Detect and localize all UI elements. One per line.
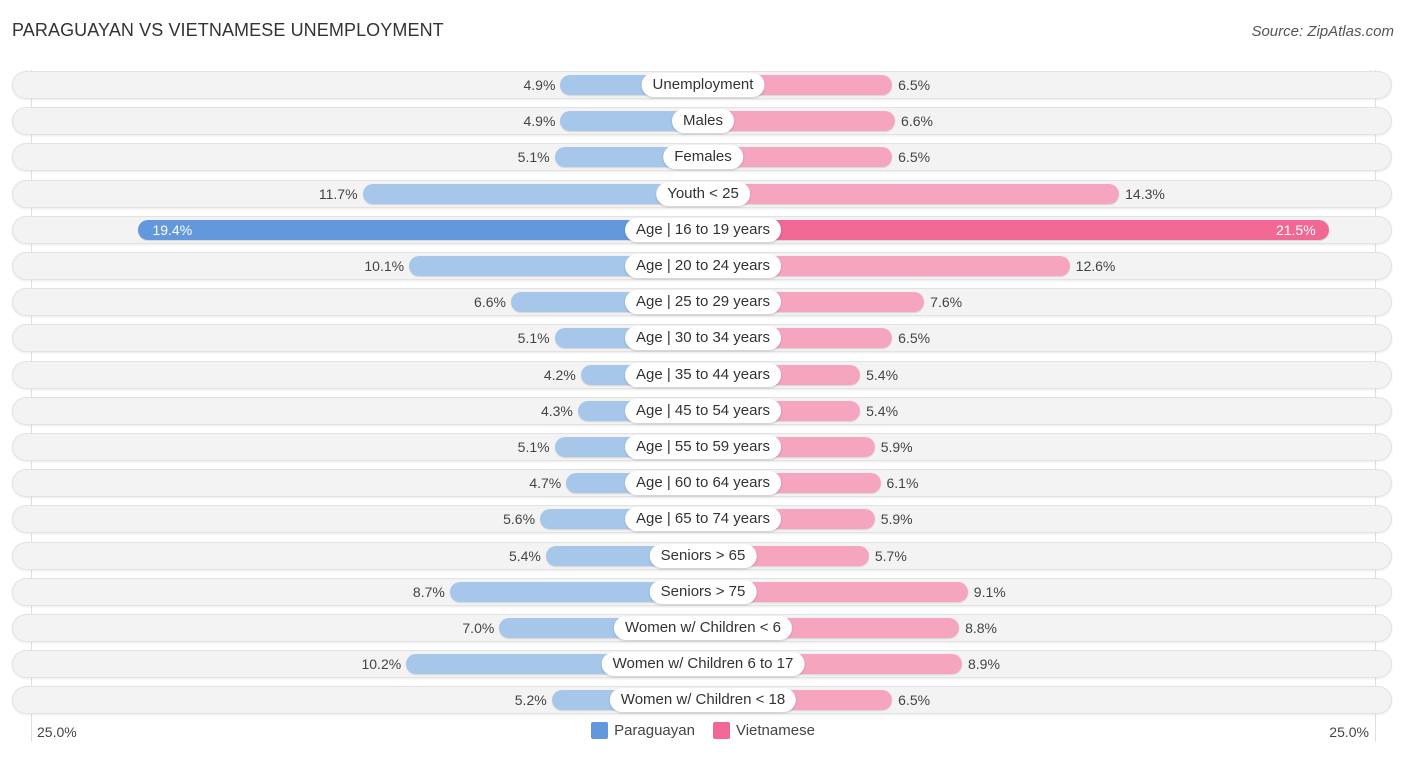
value-label-paraguayan: 4.9% <box>523 113 556 129</box>
value-label-paraguayan: 5.1% <box>517 439 550 455</box>
category-label: Women w/ Children < 6 <box>613 616 793 640</box>
category-label: Women w/ Children < 18 <box>609 688 797 712</box>
category-label: Seniors > 75 <box>649 580 757 604</box>
value-label-vietnamese: 5.9% <box>880 439 913 455</box>
value-label-paraguayan: 4.7% <box>529 475 562 491</box>
value-label-vietnamese: 6.5% <box>898 77 931 93</box>
value-label-vietnamese: 6.6% <box>901 113 933 129</box>
value-label-paraguayan: 19.4% <box>152 222 193 238</box>
value-label-paraguayan: 10.2% <box>361 656 402 672</box>
value-label-vietnamese: 5.9% <box>880 511 913 527</box>
value-label-paraguayan: 5.6% <box>503 511 536 527</box>
category-label: Women w/ Children 6 to 17 <box>601 652 805 676</box>
bar-paraguayan[interactable] <box>138 220 703 240</box>
value-label-paraguayan: 6.6% <box>474 294 506 310</box>
value-label-vietnamese: 6.1% <box>886 475 919 491</box>
value-label-vietnamese: 5.7% <box>874 548 907 564</box>
category-label: Seniors > 65 <box>649 544 757 568</box>
value-label-paraguayan: 10.1% <box>364 258 405 274</box>
value-label-paraguayan: 5.4% <box>508 548 541 564</box>
legend-swatch-vietnamese <box>712 722 730 739</box>
value-label-vietnamese: 5.4% <box>866 403 899 419</box>
bar-vietnamese[interactable] <box>703 220 1329 240</box>
value-label-vietnamese: 8.9% <box>967 656 1000 672</box>
legend-item-vietnamese[interactable]: Vietnamese <box>712 722 815 739</box>
category-label: Youth < 25 <box>656 182 750 206</box>
legend: Paraguayan Vietnamese <box>0 722 1406 739</box>
category-label: Age | 16 to 19 years <box>625 218 781 242</box>
category-label: Age | 35 to 44 years <box>625 363 781 387</box>
category-label: Age | 20 to 24 years <box>625 254 781 278</box>
value-label-paraguayan: 5.1% <box>517 330 550 346</box>
bar-vietnamese[interactable] <box>703 184 1120 204</box>
value-label-paraguayan: 11.7% <box>318 186 358 202</box>
value-label-paraguayan: 4.3% <box>540 403 573 419</box>
value-label-vietnamese: 7.6% <box>930 294 963 310</box>
value-label-paraguayan: 5.1% <box>517 149 550 165</box>
value-label-vietnamese: 14.3% <box>1125 186 1165 202</box>
value-label-vietnamese: 21.5% <box>1275 222 1316 238</box>
value-label-vietnamese: 6.5% <box>898 330 931 346</box>
category-label: Unemployment <box>641 73 765 97</box>
value-label-paraguayan: 4.9% <box>523 77 556 93</box>
value-label-vietnamese: 9.1% <box>973 584 1006 600</box>
category-label: Age | 60 to 64 years <box>625 471 781 495</box>
category-label: Age | 45 to 54 years <box>625 399 781 423</box>
value-label-paraguayan: 7.0% <box>462 620 495 636</box>
value-label-vietnamese: 12.6% <box>1075 258 1116 274</box>
legend-swatch-paraguayan <box>591 722 609 739</box>
value-label-vietnamese: 8.8% <box>965 620 997 636</box>
value-label-vietnamese: 6.5% <box>898 149 931 165</box>
value-label-paraguayan: 5.2% <box>514 692 547 708</box>
category-label: Males <box>671 109 735 133</box>
category-label: Females <box>663 145 743 169</box>
category-label: Age | 30 to 34 years <box>625 326 781 350</box>
value-label-vietnamese: 5.4% <box>866 367 899 383</box>
category-label: Age | 55 to 59 years <box>625 435 781 459</box>
chart-title: PARAGUAYAN VS VIETNAMESE UNEMPLOYMENT <box>12 20 444 40</box>
legend-label-vietnamese: Vietnamese <box>735 722 815 739</box>
value-label-vietnamese: 6.5% <box>898 692 931 708</box>
value-label-paraguayan: 4.2% <box>543 367 576 383</box>
source-credit: Source: ZipAtlas.com <box>1251 23 1394 40</box>
legend-item-paraguayan[interactable]: Paraguayan <box>591 722 695 739</box>
legend-label-paraguayan: Paraguayan <box>614 722 695 739</box>
category-label: Age | 65 to 74 years <box>625 507 781 531</box>
bar-paraguayan[interactable] <box>362 184 703 204</box>
value-label-paraguayan: 8.7% <box>412 584 445 600</box>
category-label: Age | 25 to 29 years <box>625 290 781 314</box>
